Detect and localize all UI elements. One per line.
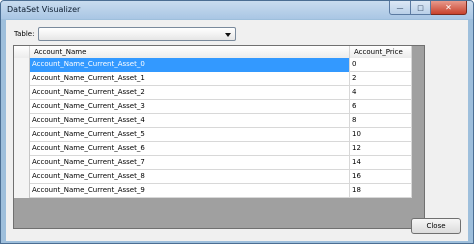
maximize-icon: □ <box>417 3 424 12</box>
account-price-cell[interactable]: 18 <box>350 184 412 198</box>
account-price-cell[interactable]: 6 <box>350 100 412 114</box>
row-header[interactable] <box>14 86 30 100</box>
row-header[interactable] <box>14 156 30 170</box>
window-close-button[interactable]: ✕ <box>431 1 467 15</box>
account-name-cell[interactable]: Account_Name_Current_Asset_3 <box>30 100 350 114</box>
data-grid[interactable]: Account_Name Account_Price Account_Name_… <box>13 45 425 229</box>
table-dropdown[interactable] <box>38 27 236 41</box>
account-price-cell[interactable]: 4 <box>350 86 412 100</box>
account-price-cell[interactable]: 16 <box>350 170 412 184</box>
table-row[interactable]: Account_Name_Current_Asset_2 4 <box>14 86 412 100</box>
table-row[interactable]: Account_Name_Current_Asset_4 8 <box>14 114 412 128</box>
table-row[interactable]: Account_Name_Current_Asset_1 2 <box>14 72 412 86</box>
table-row[interactable]: Account_Name_Current_Asset_7 14 <box>14 156 412 170</box>
account-price-cell[interactable]: 10 <box>350 128 412 142</box>
row-header[interactable] <box>14 58 30 72</box>
table-row[interactable]: Account_Name_Current_Asset_9 18 <box>14 184 412 198</box>
table-label: Table: <box>14 30 35 38</box>
chevron-down-icon <box>225 33 231 37</box>
row-header[interactable] <box>14 114 30 128</box>
caption-buttons: — □ ✕ <box>389 1 467 15</box>
row-header[interactable] <box>14 128 30 142</box>
table-row[interactable]: Account_Name_Current_Asset_0 0 <box>14 58 412 72</box>
account-name-cell[interactable]: Account_Name_Current_Asset_4 <box>30 114 350 128</box>
account-price-cell[interactable]: 12 <box>350 142 412 156</box>
account-price-cell[interactable]: 2 <box>350 72 412 86</box>
row-header[interactable] <box>14 72 30 86</box>
row-header[interactable] <box>14 184 30 198</box>
minimize-icon: — <box>396 3 404 12</box>
account-name-cell[interactable]: Account_Name_Current_Asset_9 <box>30 184 350 198</box>
account-name-cell[interactable]: Account_Name_Current_Asset_7 <box>30 156 350 170</box>
title-bar[interactable]: DataSet Visualizer — □ ✕ <box>1 1 473 19</box>
dialog-body: Table: Account_Name Account_Price Accoun… <box>6 20 468 241</box>
account-name-cell[interactable]: Account_Name_Current_Asset_6 <box>30 142 350 156</box>
row-header[interactable] <box>14 142 30 156</box>
account-price-cell[interactable]: 14 <box>350 156 412 170</box>
row-header-corner[interactable] <box>14 46 30 58</box>
minimize-button[interactable]: — <box>389 1 411 15</box>
account-name-cell[interactable]: Account_Name_Current_Asset_1 <box>30 72 350 86</box>
table-row[interactable]: Account_Name_Current_Asset_5 10 <box>14 128 412 142</box>
account-name-cell[interactable]: Account_Name_Current_Asset_5 <box>30 128 350 142</box>
account-price-cell[interactable]: 0 <box>350 58 412 72</box>
window-title: DataSet Visualizer <box>7 5 81 14</box>
account-name-cell[interactable]: Account_Name_Current_Asset_0 <box>30 58 350 72</box>
close-button[interactable]: Close <box>411 218 461 234</box>
table-row[interactable]: Account_Name_Current_Asset_3 6 <box>14 100 412 114</box>
column-header-account-name[interactable]: Account_Name <box>30 46 350 58</box>
grid-header: Account_Name Account_Price <box>14 46 412 58</box>
account-price-cell[interactable]: 8 <box>350 114 412 128</box>
dataset-visualizer-window: DataSet Visualizer — □ ✕ Table: Account_… <box>0 0 474 244</box>
table-row[interactable]: Account_Name_Current_Asset_6 12 <box>14 142 412 156</box>
row-header[interactable] <box>14 170 30 184</box>
account-name-cell[interactable]: Account_Name_Current_Asset_2 <box>30 86 350 100</box>
column-header-account-price[interactable]: Account_Price <box>350 46 412 58</box>
maximize-button[interactable]: □ <box>411 1 431 15</box>
account-name-cell[interactable]: Account_Name_Current_Asset_8 <box>30 170 350 184</box>
row-header[interactable] <box>14 100 30 114</box>
grid-rows: Account_Name_Current_Asset_0 0 Account_Nam… <box>14 58 412 198</box>
close-icon: ✕ <box>445 3 452 12</box>
table-row[interactable]: Account_Name_Current_Asset_8 16 <box>14 170 412 184</box>
